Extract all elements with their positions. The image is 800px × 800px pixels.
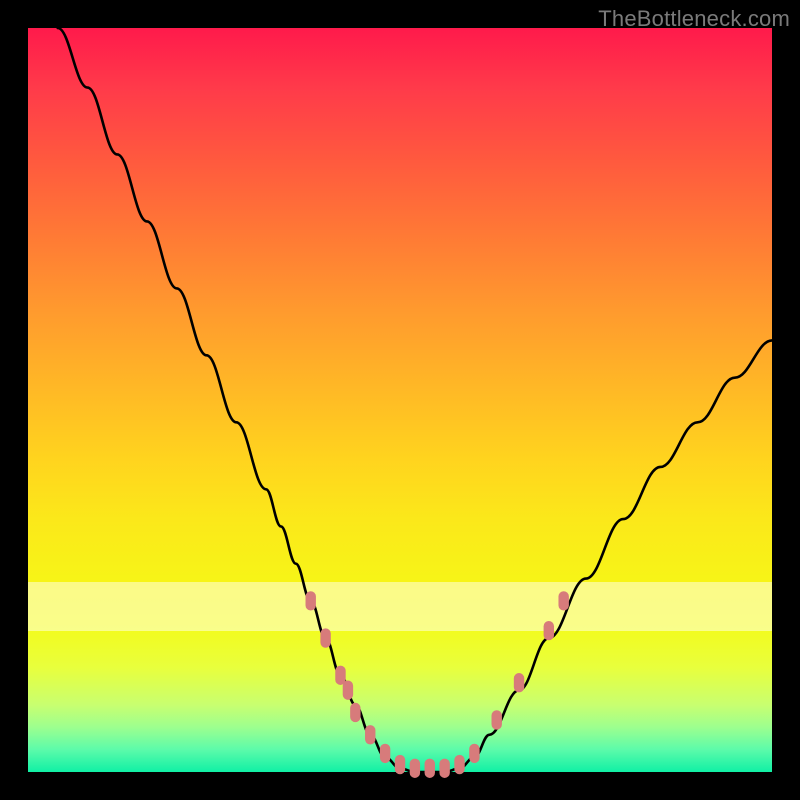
- data-marker: [380, 744, 390, 763]
- data-marker: [544, 621, 554, 640]
- data-marker: [558, 591, 568, 610]
- data-marker: [306, 591, 316, 610]
- data-marker: [343, 680, 353, 699]
- data-marker: [514, 673, 524, 692]
- data-marker: [350, 703, 360, 722]
- data-marker: [395, 755, 405, 774]
- data-marker: [454, 755, 464, 774]
- data-markers: [306, 591, 569, 778]
- data-marker: [410, 759, 420, 778]
- plot-area: [28, 28, 772, 772]
- data-marker: [320, 628, 330, 647]
- data-marker: [365, 725, 375, 744]
- chart-frame: TheBottleneck.com: [0, 0, 800, 800]
- data-marker: [469, 744, 479, 763]
- data-marker: [492, 710, 502, 729]
- curve-layer: [28, 28, 772, 772]
- data-marker: [439, 759, 449, 778]
- bottleneck-curve: [58, 28, 772, 772]
- data-marker: [335, 666, 345, 685]
- data-marker: [425, 759, 435, 778]
